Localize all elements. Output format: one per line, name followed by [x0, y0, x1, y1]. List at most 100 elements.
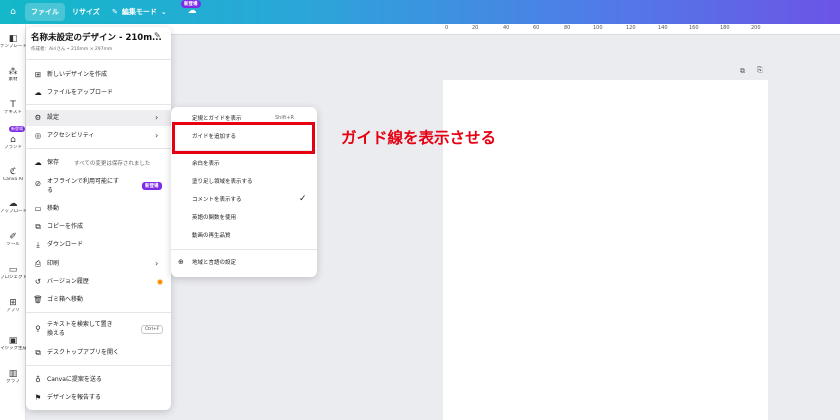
ruler-tick: 40 — [503, 25, 510, 31]
divider — [26, 312, 171, 313]
menu-item-settings[interactable]: ⚙ 設定 › — [26, 110, 171, 126]
menu-item-copy[interactable]: ⧉ コピーを作成 — [26, 219, 171, 235]
ruler-tick: 100 — [593, 25, 603, 31]
checkmark-icon: ✓ — [299, 194, 307, 204]
chart-icon: ▥ — [8, 369, 18, 379]
rail-item-brand[interactable]: ⌂ ブランド — [0, 135, 26, 151]
lightbulb-icon: ♁ — [35, 375, 41, 384]
menu-item-show-comments[interactable]: コメントを表示する ✓ — [171, 192, 317, 208]
menu-item-show-bleed[interactable]: 塗り足し領域を表示する — [171, 174, 317, 190]
menu-item-print[interactable]: ⎙ 印刷 › — [26, 256, 171, 272]
ruler-tick: 0 — [445, 25, 449, 31]
chevron-right-icon: › — [155, 131, 159, 140]
rail-item-text[interactable]: T テキスト — [0, 100, 26, 116]
menu-item-version-history[interactable]: ↺ バージョン履歴 — [26, 274, 171, 290]
annotation-text: ガイド線を表示させる — [341, 129, 497, 147]
printer-icon: ⎙ — [35, 259, 41, 268]
menu-item-move[interactable]: ▭ 移動 — [26, 201, 171, 217]
menu-item-new-design[interactable]: ⊞ 新しいデザインを作成 — [26, 67, 171, 83]
trash-icon: 🗑 — [33, 295, 43, 304]
highlight-box — [172, 122, 315, 154]
save-status: すべての変更は保存されました — [74, 161, 151, 167]
ruler-tick: 80 — [564, 25, 571, 31]
menu-item-upload[interactable]: ☁ ファイルをアップロード — [26, 85, 171, 101]
offline-icon: ⊘ — [34, 179, 42, 188]
add-page-icon[interactable]: ⎘ — [757, 66, 763, 75]
text-icon: T — [10, 100, 16, 110]
file-menu: 名称未設定のデザイン - 210m... ✎ 作成者：Airiさん • 210m… — [26, 27, 171, 410]
chevron-down-icon: ⌄ — [160, 8, 167, 16]
history-icon: ↺ — [34, 277, 42, 286]
divider — [26, 59, 171, 60]
design-title[interactable]: 名称未設定のデザイン - 210m... — [31, 31, 162, 43]
divider — [26, 148, 171, 149]
menu-item-accessibility[interactable]: ◎ アクセシビリティ › — [26, 128, 171, 144]
rail-item-magic[interactable]: ▣ マジック生成 — [0, 336, 26, 352]
gear-icon: ⚙ — [34, 113, 42, 122]
new-badge: 新登場 — [181, 0, 201, 8]
ruler-tick: 160 — [689, 25, 699, 31]
duplicate-page-icon[interactable]: ⧉ — [740, 67, 745, 76]
rail-item-project[interactable]: ▭ プロジェクト — [0, 265, 26, 281]
apps-icon: ⊞ — [9, 298, 17, 308]
chevron-right-icon: › — [155, 259, 159, 268]
accessibility-icon: ◎ — [34, 131, 42, 140]
premium-icon — [157, 279, 163, 285]
edit-mode-label: 編集モード — [121, 8, 157, 16]
ruler-tick: 120 — [626, 25, 636, 31]
flag-icon: ⚑ — [34, 393, 42, 402]
ruler-tick: 140 — [658, 25, 668, 31]
tab-file[interactable]: ファイル — [25, 3, 65, 21]
menu-item-trash[interactable]: 🗑 ゴミ箱へ移動 — [26, 292, 171, 308]
upload-icon: ☁ — [8, 199, 18, 209]
rail-item-template[interactable]: ◧ テンプレート — [0, 34, 26, 50]
download-icon: ⤓ — [36, 240, 40, 249]
home-icon[interactable]: ⌂ — [6, 5, 20, 19]
cloud-sync-icon[interactable]: ☁ — [184, 6, 200, 20]
globe-icon: ⊕ — [178, 258, 184, 266]
rename-pen-icon[interactable]: ✎ — [154, 31, 161, 40]
divider — [171, 249, 317, 250]
tab-resize[interactable]: リサイズ — [72, 3, 100, 21]
menu-item-show-margins[interactable]: 余白を表示 — [171, 156, 317, 172]
menu-item-save[interactable]: ☁ 保存 すべての変更は保存されました — [26, 155, 171, 171]
folder-icon: ▭ — [8, 265, 18, 275]
menu-item-english-functions[interactable]: 英語の関数を使用 — [171, 210, 317, 226]
rail-item-tools[interactable]: ✐ ツール — [0, 232, 26, 248]
rail-item-ai[interactable]: ℭ Canva AI — [0, 167, 26, 183]
menu-item-offline[interactable]: ⊘ オフラインで利用可能にす る 新登場 — [26, 176, 171, 198]
rail-item-elements[interactable]: ⁂ 素材 — [0, 67, 26, 83]
template-icon: ◧ — [8, 34, 18, 44]
brand-icon: ⌂ — [10, 135, 16, 145]
divider — [26, 104, 171, 105]
menu-item-desktop-app[interactable]: ⧉ デスクトップアプリを開く — [26, 345, 171, 361]
menu-item-download[interactable]: ⤓ ダウンロード — [26, 237, 171, 253]
top-bar: ⌂ ファイル リサイズ ✎ 編集モード ⌄ ☁ 新登場 — [0, 0, 840, 24]
pen-icon: ✎ — [112, 8, 118, 16]
folder-icon: ▭ — [34, 204, 42, 213]
divider — [26, 365, 171, 366]
menu-item-find-replace[interactable]: ⚲ テキストを検索して置き 換える Ctrl+F — [26, 319, 171, 341]
elements-icon: ⁂ — [8, 67, 18, 77]
shortcut-label: Shift+R — [275, 115, 295, 121]
menu-item-report[interactable]: ⚑ デザインを報告する — [26, 390, 171, 406]
edit-mode-button[interactable]: ✎ 編集モード ⌄ — [112, 3, 167, 21]
menu-item-video-quality[interactable]: 動画の再生品質 — [171, 228, 317, 244]
cloud-upload-icon: ☁ — [34, 88, 42, 97]
new-badge: 新登場 — [142, 182, 162, 190]
rail-item-chart[interactable]: ▥ グラフ — [0, 369, 26, 385]
external-link-icon: ⧉ — [35, 348, 41, 357]
rail-new-badge: 新登場 — [9, 126, 25, 132]
plus-square-icon: ⊞ — [34, 70, 42, 79]
rail-item-upload[interactable]: ☁ アップロード — [0, 199, 26, 215]
ruler-tick: 20 — [472, 25, 479, 31]
design-subtitle: 作成者：Airiさん • 210mm × 297mm — [31, 47, 113, 52]
copy-icon: ⧉ — [35, 222, 41, 231]
rail-item-apps[interactable]: ⊞ アプリ — [0, 298, 26, 314]
menu-item-suggest[interactable]: ♁ Canvaに提案を送る — [26, 372, 171, 388]
menu-item-region-language[interactable]: ⊕ 地域と言語の設定 — [171, 255, 317, 271]
shortcut-badge: Ctrl+F — [141, 325, 164, 334]
ai-icon: ℭ — [9, 167, 17, 177]
ruler-tick: 180 — [720, 25, 730, 31]
magic-icon: ▣ — [8, 336, 18, 346]
